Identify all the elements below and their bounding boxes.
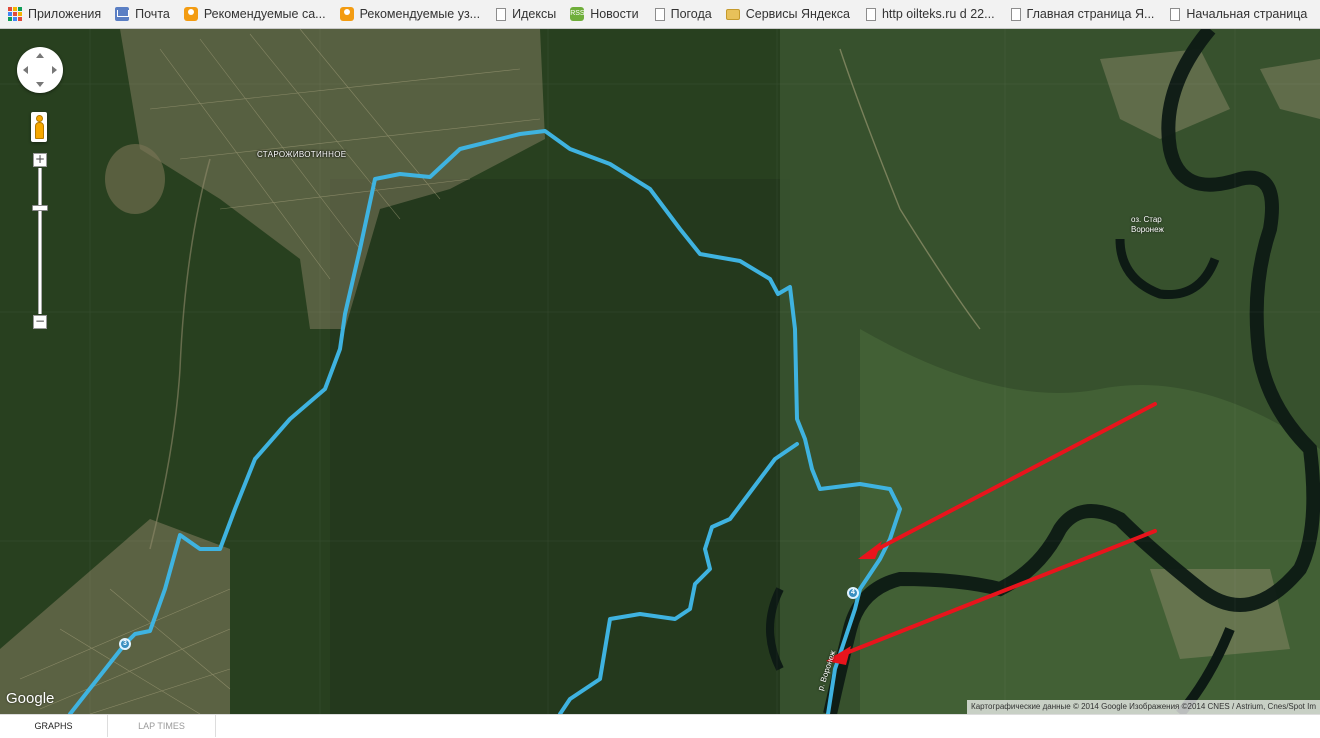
zoom-slider-handle[interactable] <box>32 205 48 211</box>
route-marker-4[interactable]: 4 <box>847 587 859 599</box>
pan-right-icon[interactable] <box>52 66 57 74</box>
route-marker-3[interactable]: 3 <box>119 638 131 650</box>
rss-icon: RSS <box>570 7 585 21</box>
bookmarks-bar: Приложения Почта Рекомендуемые са... Рек… <box>0 0 1320 29</box>
settlement-label: СТАРОЖИВОТИННОЕ <box>257 150 347 159</box>
page-icon <box>654 7 665 21</box>
bookmark-yandex-home[interactable]: Главная страница Я... <box>1001 0 1161 28</box>
street-view-pegman-icon[interactable] <box>31 112 47 142</box>
bookmark-apps[interactable]: Приложения <box>0 0 107 28</box>
page-icon <box>496 7 507 21</box>
page-icon <box>1170 7 1181 21</box>
pan-down-icon[interactable] <box>36 82 44 87</box>
bookmark-mail[interactable]: Почта <box>107 0 176 28</box>
bookmark-label: Приложения <box>28 7 102 21</box>
satellite-map[interactable]: СТАРОЖИВОТИННОЕ оз. Стар Воронеж р. Ворон… <box>0 29 1320 714</box>
satellite-imagery <box>0 29 1320 714</box>
zoom-out-button[interactable]: − <box>33 315 47 329</box>
bookmark-weather[interactable]: Погода <box>645 0 718 28</box>
zoom-in-button[interactable]: + <box>33 153 47 167</box>
bookmark-label: Идексы <box>512 7 557 21</box>
page-icon <box>1010 7 1021 21</box>
bookmark-label: Начальная страница <box>1186 7 1308 21</box>
bookmark-news[interactable]: RSS Новости <box>562 0 644 28</box>
tab-lap-times[interactable]: LAP TIMES <box>108 715 216 737</box>
bookmark-oilteks[interactable]: http oilteks.ru d 22... <box>856 0 1001 28</box>
bookmark-label: Рекомендуемые са... <box>203 7 326 21</box>
bookmark-label: Сервисы Яндекса <box>745 7 850 21</box>
map-attribution: Картографические данные © 2014 Google Из… <box>967 700 1320 714</box>
page-icon <box>865 7 876 21</box>
zoom-slider-track[interactable] <box>38 168 42 314</box>
tab-graphs[interactable]: GRAPHS <box>0 715 108 737</box>
bookmark-label: Почта <box>135 7 170 21</box>
pan-left-icon[interactable] <box>23 66 28 74</box>
bookmark-label: Главная страница Я... <box>1026 7 1155 21</box>
bookmark-recommended-1[interactable]: Рекомендуемые са... <box>176 0 332 28</box>
bookmark-label: Рекомендуемые уз... <box>359 7 481 21</box>
google-logo: Google <box>6 690 55 707</box>
bookmark-pin-icon <box>183 7 198 21</box>
bookmark-recommended-2[interactable]: Рекомендуемые уз... <box>332 0 487 28</box>
bookmark-folder-more[interactable]: Им <box>1313 0 1320 28</box>
bookmark-label: http oilteks.ru d 22... <box>881 7 995 21</box>
pan-up-icon[interactable] <box>36 53 44 58</box>
pan-control[interactable] <box>17 47 63 93</box>
bookmark-pin-icon <box>339 7 354 21</box>
bookmark-yandex-services[interactable]: Сервисы Яндекса <box>718 0 856 28</box>
lake-label: оз. Стар Воронеж <box>1131 215 1164 234</box>
bookmark-label: Погода <box>670 7 712 21</box>
bookmark-indexes[interactable]: Идексы <box>486 0 562 28</box>
bottom-tabs: GRAPHS LAP TIMES <box>0 714 1320 738</box>
bookmark-start-page[interactable]: Начальная страница <box>1160 0 1313 28</box>
mail-icon <box>115 7 130 21</box>
folder-icon <box>725 8 740 20</box>
bookmark-label: Новости <box>590 7 639 21</box>
apps-icon <box>8 7 22 21</box>
